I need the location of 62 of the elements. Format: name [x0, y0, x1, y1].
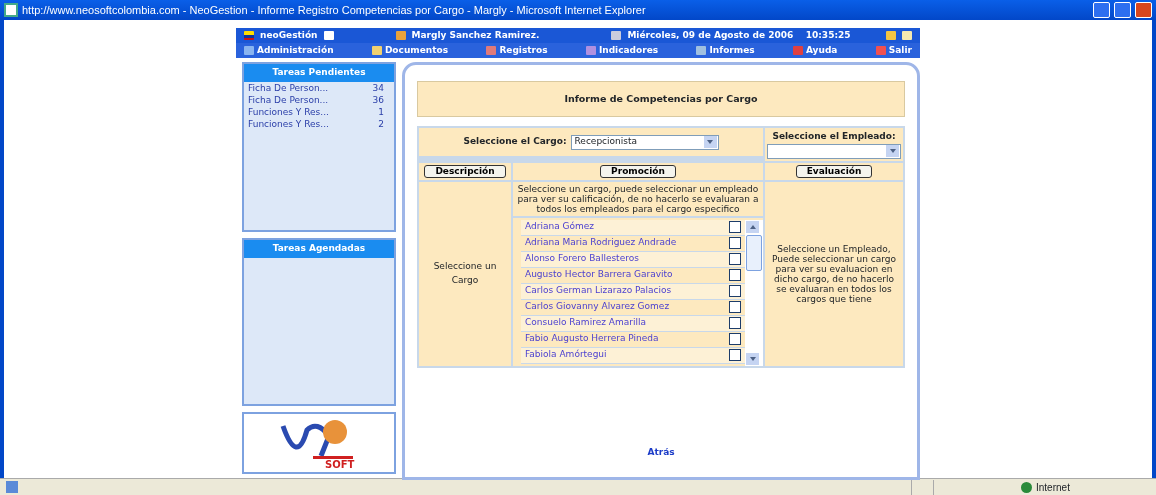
tab-button[interactable]: Evaluación: [795, 164, 873, 178]
employee-dropdown[interactable]: [767, 143, 901, 159]
menu-item[interactable]: Documentos: [384, 43, 449, 58]
menu-item[interactable]: Salir: [888, 43, 912, 58]
menu-item[interactable]: Registros: [499, 43, 548, 58]
tab-button[interactable]: Promoción: [600, 164, 676, 178]
checkbox[interactable]: [729, 253, 741, 265]
menu-item[interactable]: Informes: [709, 43, 755, 58]
date-time: Miércoles, 09 de Agosto de 2006 10:35:25: [627, 28, 851, 42]
task-link[interactable]: Ficha De Person...: [248, 93, 329, 106]
checkbox[interactable]: [729, 285, 741, 297]
window-title: http://www.neosoftcolombia.com - NeoGestion - Informe Registro Competencias por Cargo - Margly - Microsoft Internet Explorer: [22, 2, 647, 18]
task-link[interactable]: Ficha De Person...: [248, 81, 329, 94]
note-text: Seleccione un cargo, puede seleccionar un empleado para ver su calificación, de no hacerlo se evaluaran a todos los empleados para el cargo especifico: [516, 183, 760, 214]
checkbox[interactable]: [729, 333, 741, 345]
checkbox[interactable]: [729, 221, 741, 233]
app-name: neoGestión: [260, 28, 318, 42]
globe-icon: [1021, 481, 1032, 493]
scroll-down-icon[interactable]: [746, 352, 759, 365]
field-label: Seleccione el Cargo:: [463, 135, 567, 149]
employee-name: Augusto Hector Barrera Garavito: [525, 268, 673, 282]
checkbox[interactable]: [729, 349, 741, 361]
user-name: Margly Sanchez Ramirez.: [411, 28, 540, 42]
task-count: 1: [378, 105, 384, 118]
task-count: 2: [378, 117, 384, 130]
task-link[interactable]: Funciones Y Res...: [248, 117, 329, 130]
menu-item[interactable]: Indicadores: [598, 43, 659, 58]
maximize-button[interactable]: [1114, 2, 1131, 18]
close-button[interactable]: [1135, 2, 1152, 18]
menu-item[interactable]: Ayuda: [805, 43, 838, 58]
note-text: Seleccione un Cargo: [432, 260, 498, 287]
checkbox[interactable]: [729, 269, 741, 281]
checkbox[interactable]: [729, 301, 741, 313]
menu-item[interactable]: Administración: [257, 43, 334, 58]
task-link[interactable]: Funciones Y Res...: [248, 105, 329, 118]
scroll-thumb[interactable]: [746, 234, 762, 271]
back-link[interactable]: Atrás: [647, 446, 675, 457]
security-zone: Internet: [1036, 480, 1071, 495]
employee-name: Adriana Maria Rodriguez Andrade: [525, 236, 677, 250]
tab-button[interactable]: Descripción: [424, 164, 506, 178]
checkbox[interactable]: [729, 237, 741, 249]
task-count: 36: [372, 93, 384, 106]
task-count: 34: [372, 81, 384, 94]
panel-header: Tareas Agendadas: [244, 240, 394, 258]
employee-name: Alonso Forero Ballesteros: [525, 252, 639, 266]
employee-name: Carlos German Lizarazo Palacios: [525, 284, 672, 298]
scrollbar[interactable]: [745, 219, 763, 366]
cargo-dropdown[interactable]: Recepcionista: [570, 134, 719, 150]
employee-name: Fabiola Amórtegui: [525, 348, 607, 362]
field-label: Seleccione el Empleado:: [771, 130, 897, 143]
flag-icon: [244, 31, 254, 40]
note-text: Seleccione un Empleado, Puede seleccionar un cargo para ver su evaluacion en dicho cargo, de no hacerlo se evaluaran en todos los cargos que tiene: [770, 243, 898, 304]
employee-name: Fabio Augusto Herrera Pineda: [525, 332, 659, 346]
employee-name: Adriana Gómez: [525, 220, 595, 234]
scroll-up-icon[interactable]: [746, 220, 759, 233]
minimize-button[interactable]: [1093, 2, 1110, 18]
employee-name: Consuelo Ramirez Amarilla: [525, 316, 646, 330]
logo-drawing: SOFT: [277, 416, 361, 470]
report-title: Informe de Competencias por Cargo: [417, 81, 905, 117]
checkbox[interactable]: [729, 317, 741, 329]
employee-name: Carlos Giovanny Alvarez Gomez: [525, 300, 670, 314]
panel-header: Tareas Pendientes: [244, 64, 394, 82]
